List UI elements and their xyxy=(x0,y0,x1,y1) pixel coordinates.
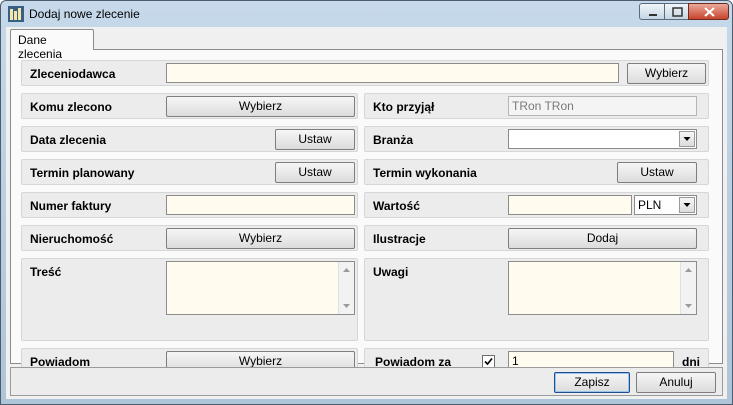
scroll-down-icon[interactable] xyxy=(681,300,696,312)
tab-dane-zlecenia[interactable]: Dane zlecenia xyxy=(10,29,94,61)
tresc-textarea[interactable] xyxy=(166,261,355,315)
label-kto-przyjal: Kto przyjął xyxy=(373,100,435,114)
row-branza: Branża xyxy=(364,126,709,152)
row-termin-wykonania: Termin wykonania Ustaw xyxy=(364,159,709,185)
tab-label: Dane zlecenia xyxy=(18,33,63,61)
label-zleceniodawca: Zleceniodawca xyxy=(30,67,116,81)
window: Dodaj nowe zlecenie Dane zlecenia Zlecen… xyxy=(0,0,733,405)
minimize-icon xyxy=(649,14,657,16)
title-bar[interactable]: Dodaj nowe zlecenie xyxy=(1,1,732,27)
tresc-scrollbar[interactable] xyxy=(338,262,354,314)
chevron-down-icon[interactable] xyxy=(679,131,695,147)
komu-zlecono-wybierz-button[interactable]: Wybierz xyxy=(166,96,355,117)
row-wartosc: Wartość PLN xyxy=(364,192,709,218)
row-ilustracje: Ilustracje Dodaj xyxy=(364,225,709,251)
row-numer-faktury: Numer faktury xyxy=(21,192,358,218)
zleceniodawca-field[interactable] xyxy=(166,63,619,83)
maximize-button[interactable] xyxy=(664,3,689,20)
footer-bar: Zapisz Anuluj xyxy=(10,367,723,396)
nieruchomosc-wybierz-button[interactable]: Wybierz xyxy=(166,228,355,249)
kto-przyjal-field: TRon TRon xyxy=(508,96,697,116)
tab-panel: Zleceniodawca Wybierz Komu zlecono Wybie… xyxy=(10,49,723,374)
label-nieruchomosc: Nieruchomość xyxy=(30,232,114,246)
wartosc-field[interactable] xyxy=(508,195,632,215)
scroll-up-icon[interactable] xyxy=(339,264,354,276)
chevron-down-icon[interactable] xyxy=(679,197,695,213)
label-tresc: Treść xyxy=(30,265,62,279)
app-icon xyxy=(8,6,24,22)
currency-value: PLN xyxy=(638,198,662,212)
label-ilustracje: Ilustracje xyxy=(373,232,426,246)
row-tresc: Treść xyxy=(21,258,358,341)
scroll-up-icon[interactable] xyxy=(681,264,696,276)
save-button[interactable]: Zapisz xyxy=(554,372,630,393)
close-button[interactable] xyxy=(688,3,729,20)
uwagi-scrollbar[interactable] xyxy=(680,262,696,314)
window-title: Dodaj nowe zlecenie xyxy=(29,7,140,21)
label-termin-wykonania: Termin wykonania xyxy=(373,166,477,180)
numer-faktury-field[interactable] xyxy=(166,195,355,215)
client-area: Dane zlecenia Zleceniodawca Wybierz Komu… xyxy=(6,27,727,399)
data-zlecenia-ustaw-button[interactable]: Ustaw xyxy=(275,129,355,150)
cancel-button[interactable]: Anuluj xyxy=(636,372,716,393)
row-uwagi: Uwagi xyxy=(364,258,709,341)
uwagi-textarea[interactable] xyxy=(508,261,697,315)
branza-select[interactable] xyxy=(508,129,697,149)
currency-select[interactable]: PLN xyxy=(634,195,697,215)
checkmark-icon xyxy=(484,357,493,366)
zleceniodawca-wybierz-button[interactable]: Wybierz xyxy=(627,63,706,84)
label-branza: Branża xyxy=(373,133,414,147)
row-komu-zlecono: Komu zlecono Wybierz xyxy=(21,93,358,119)
termin-wykonania-ustaw-button[interactable]: Ustaw xyxy=(617,162,697,183)
label-numer-faktury: Numer faktury xyxy=(30,199,112,213)
row-termin-planowany: Termin planowany Ustaw xyxy=(21,159,358,185)
label-komu-zlecono: Komu zlecono xyxy=(30,100,113,114)
label-data-zlecenia: Data zlecenia xyxy=(30,133,107,147)
row-nieruchomosc: Nieruchomość Wybierz xyxy=(21,225,358,251)
close-icon xyxy=(704,7,715,17)
row-data-zlecenia: Data zlecenia Ustaw xyxy=(21,126,358,152)
row-kto-przyjal: Kto przyjął TRon TRon xyxy=(364,93,709,119)
termin-planowany-ustaw-button[interactable]: Ustaw xyxy=(275,162,355,183)
minimize-button[interactable] xyxy=(639,3,665,20)
label-wartosc: Wartość xyxy=(373,199,420,213)
scroll-down-icon[interactable] xyxy=(339,300,354,312)
maximize-icon xyxy=(672,7,683,17)
ilustracje-dodaj-button[interactable]: Dodaj xyxy=(508,228,697,249)
label-termin-planowany: Termin planowany xyxy=(30,166,135,180)
label-uwagi: Uwagi xyxy=(373,265,409,279)
row-zleceniodawca: Zleceniodawca Wybierz xyxy=(21,60,709,86)
